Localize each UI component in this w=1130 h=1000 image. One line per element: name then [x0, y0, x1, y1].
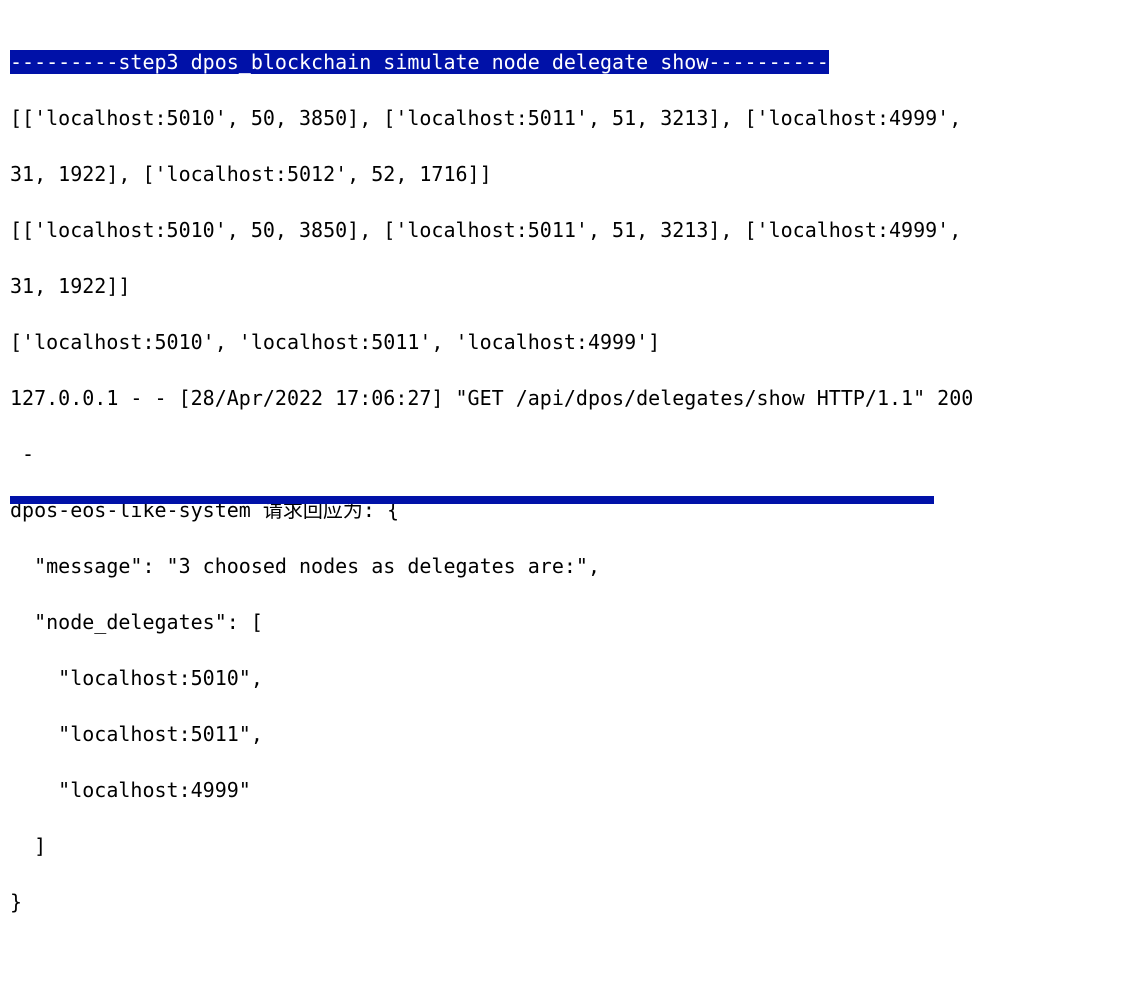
log-line: 127.0.0.1 - - [28/Apr/2022 17:06:27] "GE… — [10, 386, 974, 410]
output-line: [['localhost:5010', 50, 3850], ['localho… — [10, 218, 962, 242]
json-line: "localhost:5011", — [10, 722, 263, 746]
json-line: "node_delegates": [ — [10, 610, 263, 634]
output-line: [['localhost:5010', 50, 3850], ['localho… — [10, 106, 962, 130]
json-line: "localhost:5010", — [10, 666, 263, 690]
output-line: 31, 1922], ['localhost:5012', 52, 1716]] — [10, 162, 492, 186]
step-banner: ---------step3 dpos_blockchain simulate … — [10, 48, 973, 76]
output-line: ['localhost:5010', 'localhost:5011', 'lo… — [10, 330, 661, 354]
terminal-output: ---------step3 dpos_blockchain simulate … — [10, 20, 973, 1000]
log-line-continuation: - — [10, 442, 35, 466]
json-line: "message": "3 choosed nodes as delegates… — [10, 554, 601, 578]
next-step-banner-partial — [10, 496, 934, 504]
output-line: 31, 1922]] — [10, 274, 131, 298]
step-banner-text: ---------step3 dpos_blockchain simulate … — [10, 50, 829, 74]
json-line: } — [10, 890, 23, 914]
json-line: "localhost:4999" — [10, 778, 251, 802]
json-line: ] — [10, 834, 47, 858]
